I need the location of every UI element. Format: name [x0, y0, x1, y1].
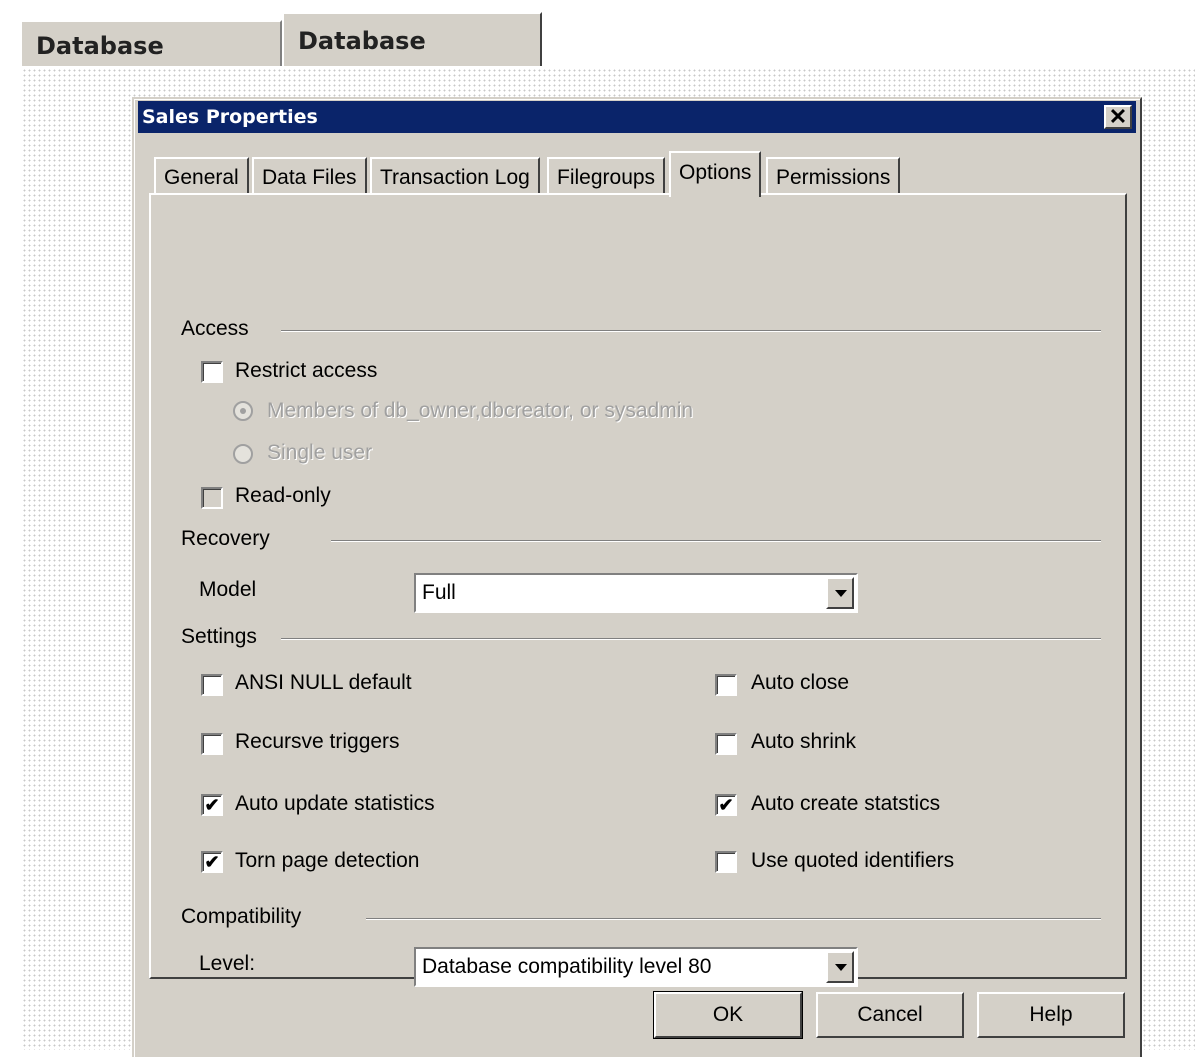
settings-divider [281, 638, 1101, 640]
chevron-down-icon[interactable] [826, 951, 854, 983]
tab-permissions[interactable]: Permissions [766, 157, 901, 195]
ansi-null-default-label: ANSI NULL default [235, 671, 412, 694]
read-only-label: Read-only [235, 484, 331, 507]
access-divider [281, 330, 1101, 332]
check-icon: ✔ [204, 852, 220, 872]
single-user-label: Single user [267, 441, 373, 464]
members-radio-label: Members of db_owner,dbcreator, or sysadm… [267, 399, 694, 422]
recovery-heading: Recovery [181, 527, 280, 551]
restrict-access-checkbox[interactable] [201, 361, 223, 383]
use-quoted-identifiers-label: Use quoted identifiers [751, 849, 955, 872]
ok-button[interactable]: OK [653, 991, 803, 1039]
auto-create-statistics-checkbox[interactable]: ✔ [715, 794, 737, 816]
tab-database-options[interactable]: Database Options [282, 12, 542, 109]
auto-shrink-checkbox[interactable] [715, 733, 737, 755]
check-icon: ✔ [204, 795, 220, 815]
auto-close-checkbox[interactable] [715, 674, 737, 696]
dialog-title: Sales Properties [142, 106, 318, 128]
level-label: Level: [199, 952, 256, 975]
auto-update-statistics-label: Auto update statistics [235, 792, 435, 815]
torn-page-detection-checkbox[interactable]: ✔ [201, 851, 223, 873]
ansi-null-default-checkbox[interactable] [201, 674, 223, 696]
chevron-down-icon[interactable] [826, 577, 854, 609]
auto-shrink-label: Auto shrink [751, 730, 857, 753]
sales-properties-dialog: Sales Properties ✕ General Data Files Tr… [132, 97, 1142, 1057]
help-button[interactable]: Help [977, 992, 1125, 1038]
access-heading: Access [181, 317, 259, 341]
tab-transaction-log[interactable]: Transaction Log [370, 157, 540, 195]
compatibility-heading: Compatibility [181, 905, 312, 929]
restrict-access-label: Restrict access [235, 359, 378, 382]
recovery-model-select[interactable]: Full [414, 573, 858, 613]
members-radio[interactable] [233, 401, 253, 421]
recovery-divider [331, 540, 1101, 542]
tab-filegroups[interactable]: Filegroups [547, 157, 666, 195]
torn-page-detection-label: Torn page detection [235, 849, 420, 872]
tab-options[interactable]: Options [669, 151, 762, 197]
auto-update-statistics-checkbox[interactable]: ✔ [201, 794, 223, 816]
recursive-triggers-checkbox[interactable] [201, 733, 223, 755]
options-panel: Access Restrict access Members of db_own… [149, 193, 1127, 987]
close-icon: ✕ [1108, 104, 1128, 129]
single-user-radio[interactable] [233, 444, 253, 464]
tab-database-schema[interactable]: Database Schema [20, 20, 282, 108]
auto-close-label: Auto close [751, 671, 850, 694]
compatibility-divider [366, 918, 1101, 920]
use-quoted-identifiers-checkbox[interactable] [715, 851, 737, 873]
recursive-triggers-label: Recursve triggers [235, 730, 400, 753]
recovery-model-value: Full [422, 581, 456, 604]
auto-create-statistics-label: Auto create statstics [751, 792, 941, 815]
compatibility-level-select[interactable]: Database compatibility level 80 [414, 947, 858, 987]
close-button[interactable]: ✕ [1104, 105, 1132, 129]
compatibility-level-value: Database compatibility level 80 [422, 955, 712, 978]
cancel-button[interactable]: Cancel [816, 992, 964, 1038]
settings-heading: Settings [181, 625, 267, 649]
check-icon: ✔ [718, 795, 734, 815]
tab-general[interactable]: General [154, 157, 249, 195]
model-label: Model [199, 578, 257, 601]
tab-data-files[interactable]: Data Files [252, 157, 367, 195]
read-only-checkbox[interactable] [201, 487, 223, 509]
dialog-titlebar[interactable]: Sales Properties ✕ [138, 101, 1136, 133]
